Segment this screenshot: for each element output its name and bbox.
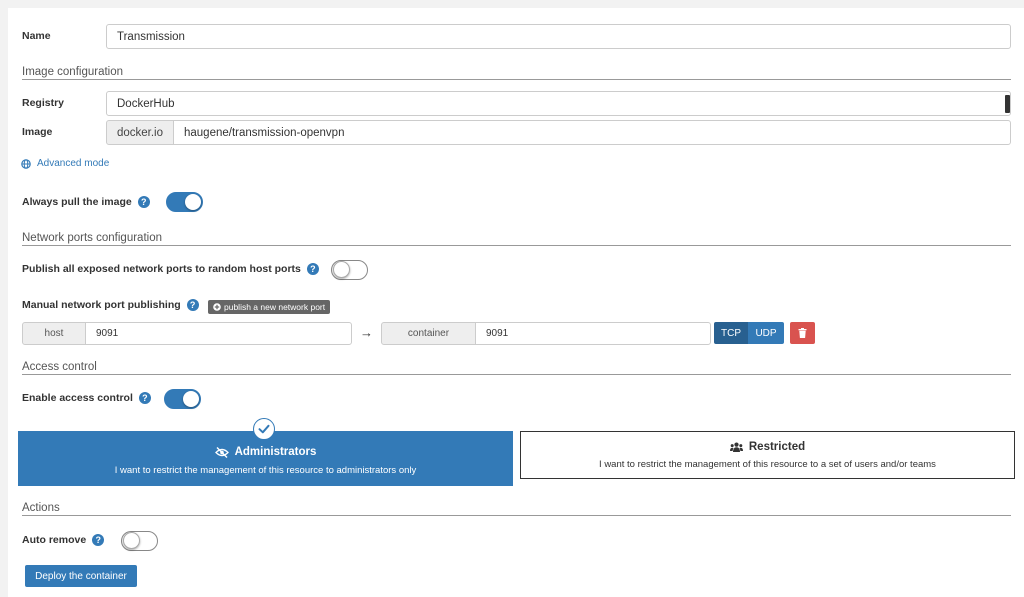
section-divider [22, 374, 1011, 375]
remove-port-button[interactable] [790, 322, 815, 344]
arrow-right-icon: → [360, 325, 373, 340]
deploy-container-button[interactable]: Deploy the container [25, 565, 137, 587]
tcp-button[interactable]: TCP [714, 322, 748, 344]
toggle-knob [183, 391, 199, 407]
add-port-button[interactable]: publish a new network port [208, 300, 331, 314]
help-icon[interactable]: ? [306, 263, 319, 275]
auto-remove-row: Auto remove ? [22, 534, 105, 546]
add-port-label: publish a new network port [224, 302, 326, 312]
host-port-input[interactable]: 9091 [85, 322, 352, 345]
section-divider [22, 79, 1011, 80]
host-addon: host [22, 322, 86, 345]
help-icon[interactable]: ? [186, 299, 199, 311]
help-icon[interactable]: ? [92, 534, 105, 546]
image-input-value: haugene/transmission-openvpn [184, 126, 345, 139]
registry-prefix: docker.io [106, 120, 174, 145]
image-input[interactable]: haugene/transmission-openvpn [173, 120, 1011, 145]
restricted-heading: Restricted [729, 441, 806, 453]
restricted-option[interactable]: Restricted I want to restrict the manage… [520, 431, 1015, 479]
auto-remove-toggle[interactable] [121, 531, 158, 551]
enable-access-row: Enable access control ? [22, 392, 151, 404]
enable-access-label: Enable access control [22, 392, 133, 404]
access-control-toggle[interactable] [164, 389, 201, 409]
publish-all-toggle[interactable] [331, 260, 368, 280]
publish-all-label: Publish all exposed network ports to ran… [22, 263, 301, 275]
registry-select[interactable]: DockerHub [106, 91, 1011, 116]
name-input[interactable]: Transmission [106, 24, 1011, 49]
publish-all-row: Publish all exposed network ports to ran… [22, 263, 319, 275]
section-divider [22, 245, 1011, 246]
access-control-title: Access control [22, 361, 97, 373]
restricted-desc: I want to restrict the management of thi… [599, 459, 936, 470]
select-arrow-icon [1005, 95, 1010, 113]
toggle-knob [185, 194, 201, 210]
advanced-mode-link[interactable]: Advanced mode [21, 158, 109, 169]
image-label: Image [22, 126, 53, 138]
actions-title: Actions [22, 502, 60, 514]
network-config-title: Network ports configuration [22, 232, 162, 244]
administrators-option[interactable]: Administrators I want to restrict the ma… [18, 418, 513, 486]
always-pull-label: Always pull the image [22, 196, 132, 208]
registry-label: Registry [22, 97, 65, 109]
container-addon: container [381, 322, 476, 345]
eye-slash-icon [214, 446, 229, 458]
check-icon [253, 418, 275, 440]
users-icon [729, 442, 743, 452]
registry-select-value: DockerHub [117, 97, 175, 110]
administrators-title: Administrators [234, 446, 317, 458]
plus-circle-icon [213, 303, 221, 311]
help-icon[interactable]: ? [137, 196, 150, 208]
manual-publish-row: Manual network port publishing ? [22, 299, 199, 311]
section-divider [22, 515, 1011, 516]
auto-remove-label: Auto remove [22, 534, 87, 546]
host-port-value: 9091 [96, 328, 119, 339]
globe-icon [21, 158, 31, 169]
toggle-knob [333, 261, 350, 278]
always-pull-row: Always pull the image ? [22, 196, 150, 208]
administrators-heading: Administrators [214, 446, 317, 458]
image-config-title: Image configuration [22, 66, 124, 78]
container-port-value: 9091 [486, 328, 509, 339]
trash-icon [798, 328, 807, 338]
always-pull-toggle[interactable] [166, 192, 203, 212]
restricted-title: Restricted [748, 441, 806, 453]
name-input-value: Transmission [117, 30, 185, 43]
container-port-input[interactable]: 9091 [475, 322, 711, 345]
advanced-mode-label: Advanced mode [37, 158, 110, 169]
administrators-desc: I want to restrict the management of thi… [114, 465, 417, 476]
name-label: Name [22, 30, 51, 42]
toggle-knob [123, 532, 140, 549]
create-container-form: Name Transmission Image configuration Re… [8, 8, 1024, 597]
manual-publish-label: Manual network port publishing [22, 299, 181, 311]
help-icon[interactable]: ? [138, 392, 151, 404]
udp-button[interactable]: UDP [748, 322, 784, 344]
